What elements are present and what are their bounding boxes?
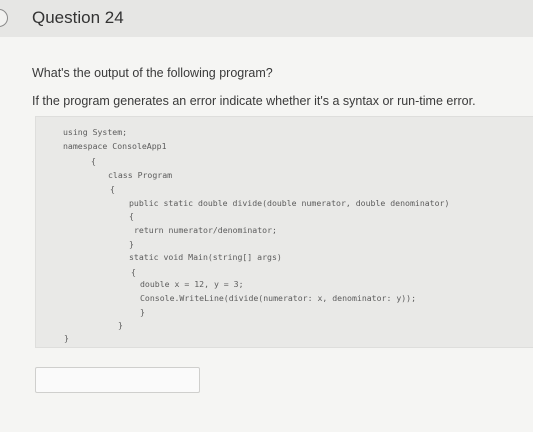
code-line: return numerator/denominator; [134, 225, 277, 235]
code-line: double x = 12, y = 3; [140, 279, 244, 289]
answer-input[interactable] [35, 367, 200, 393]
question-prompt: What's the output of the following progr… [32, 66, 273, 80]
code-line: { [91, 156, 96, 166]
code-line: namespace ConsoleApp1 [63, 141, 167, 151]
code-line: } [129, 239, 134, 249]
code-line: { [110, 184, 115, 194]
circle-icon [0, 9, 8, 27]
code-line: public static double divide(double numer… [129, 198, 450, 208]
question-instruction: If the program generates an error indica… [32, 94, 476, 108]
code-line: Console.WriteLine(divide(numerator: x, d… [140, 293, 417, 303]
code-block: using System; namespace ConsoleApp1 { cl… [35, 116, 533, 348]
code-line: { [131, 267, 136, 277]
question-title: Question 24 [32, 8, 124, 27]
code-line: class Program [108, 170, 173, 180]
code-line: } [64, 333, 69, 343]
code-line: { [129, 211, 134, 221]
code-line: } [118, 320, 123, 330]
question-header: Question 24 [0, 0, 533, 38]
code-line: } [140, 307, 145, 317]
code-line: static void Main(string[] args) [129, 252, 282, 262]
code-line: using System; [63, 127, 128, 137]
